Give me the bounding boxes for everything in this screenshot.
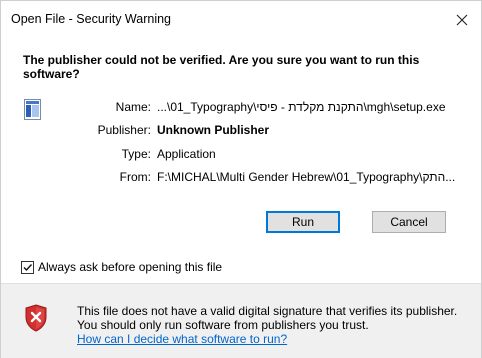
warning-headline: The publisher could not be verified. Are… xyxy=(23,53,420,81)
window-title: Open File - Security Warning xyxy=(11,12,172,26)
always-ask-checkbox[interactable] xyxy=(21,260,34,274)
title-bar: Open File - Security Warning xyxy=(1,1,481,39)
always-ask-checkbox-row[interactable]: Always ask before opening this file xyxy=(21,260,222,274)
security-shield-icon xyxy=(25,304,47,332)
publisher-value: Unknown Publisher xyxy=(157,123,270,137)
cancel-button[interactable]: Cancel xyxy=(372,211,446,233)
help-link[interactable]: How can I decide what software to run? xyxy=(77,332,287,346)
type-value: Application xyxy=(157,147,216,161)
close-button[interactable] xyxy=(449,7,475,33)
warning-message: This file does not have a valid digital … xyxy=(77,304,458,332)
name-label: Name: xyxy=(115,100,151,114)
name-value: ...\01_Typography\התקנת מקלדת - פיסי\mgh… xyxy=(157,100,446,114)
always-ask-label: Always ask before opening this file xyxy=(38,260,223,274)
checkmark-icon xyxy=(23,263,33,271)
run-button[interactable]: Run xyxy=(266,211,340,233)
from-value: F:\MICHAL\Multi Gender Hebrew\01_Typogra… xyxy=(157,170,456,184)
from-label: From: xyxy=(119,170,151,184)
close-icon xyxy=(456,14,468,26)
publisher-label: Publisher: xyxy=(97,123,151,137)
security-warning-dialog: Open File - Security Warning The publish… xyxy=(0,0,482,358)
type-label: Type: xyxy=(121,147,151,161)
